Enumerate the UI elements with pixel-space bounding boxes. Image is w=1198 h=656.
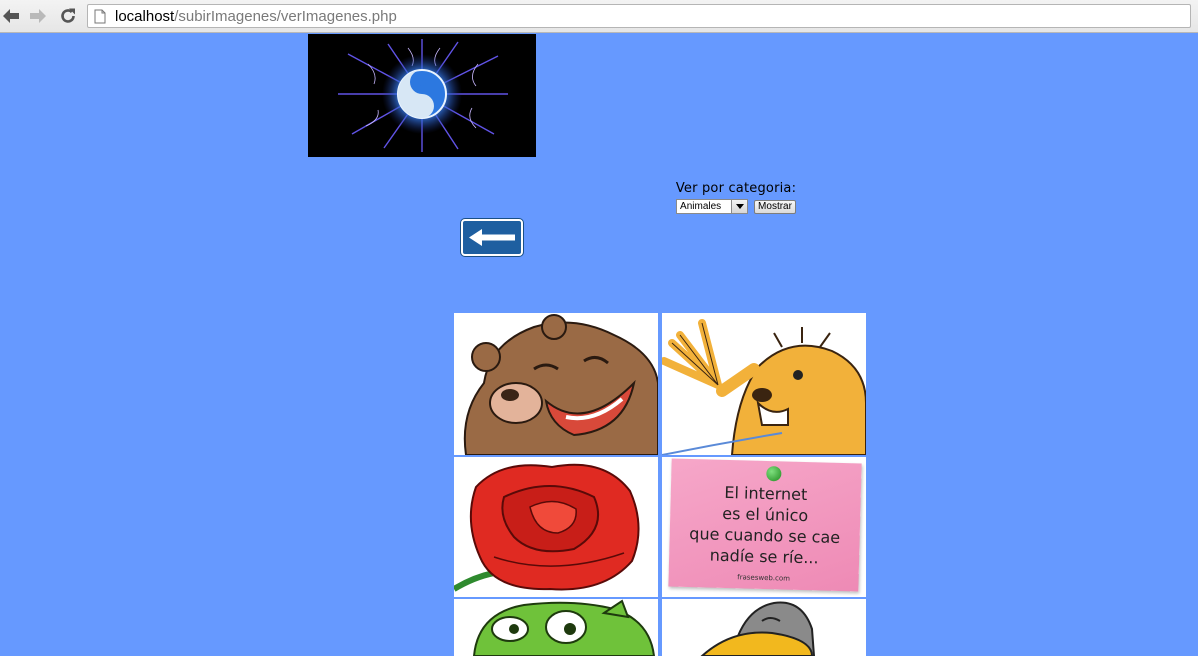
forward-arrow-icon[interactable] (28, 6, 48, 26)
url-path: /subirImagenes/verImagenes.php (174, 8, 397, 25)
gallery-image-frog[interactable] (454, 599, 658, 656)
category-select[interactable]: Animales (676, 199, 749, 214)
category-filter: Ver por categoria: Animales Mostrar (672, 181, 800, 214)
browser-toolbar: localhost/subirImagenes/verImagenes.php (0, 0, 1198, 33)
note-credit: frasesweb.com (737, 573, 791, 583)
image-gallery: El internet es el único que cuando se ca… (454, 313, 866, 656)
filter-controls: Animales Mostrar (672, 199, 800, 214)
show-button[interactable]: Mostrar (754, 199, 796, 214)
url-host: localhost (115, 8, 175, 25)
sticky-note: El internet es el único que cuando se ca… (668, 458, 862, 592)
note-text: El internet es el único que cuando se ca… (669, 481, 861, 570)
back-arrow-icon[interactable] (1, 6, 21, 26)
gallery-image-gopher[interactable] (662, 313, 866, 455)
page-icon (94, 9, 106, 28)
reload-icon[interactable] (58, 6, 78, 26)
gallery-image-rose[interactable] (454, 457, 658, 597)
header-banner-image (308, 34, 536, 157)
gallery-image-bird[interactable] (662, 599, 866, 656)
filter-label: Ver por categoria: (675, 181, 797, 196)
address-bar[interactable]: localhost/subirImagenes/verImagenes.php (87, 4, 1191, 28)
gallery-image-quote-note[interactable]: El internet es el único que cuando se ca… (662, 457, 866, 597)
gallery-image-bear[interactable] (454, 313, 658, 455)
address-url: localhost/subirImagenes/verImagenes.php (115, 8, 397, 25)
chevron-down-icon[interactable] (731, 200, 748, 213)
category-select-value: Animales (680, 201, 722, 212)
back-link-arrow-icon[interactable] (461, 219, 523, 256)
pushpin-icon (766, 466, 782, 482)
